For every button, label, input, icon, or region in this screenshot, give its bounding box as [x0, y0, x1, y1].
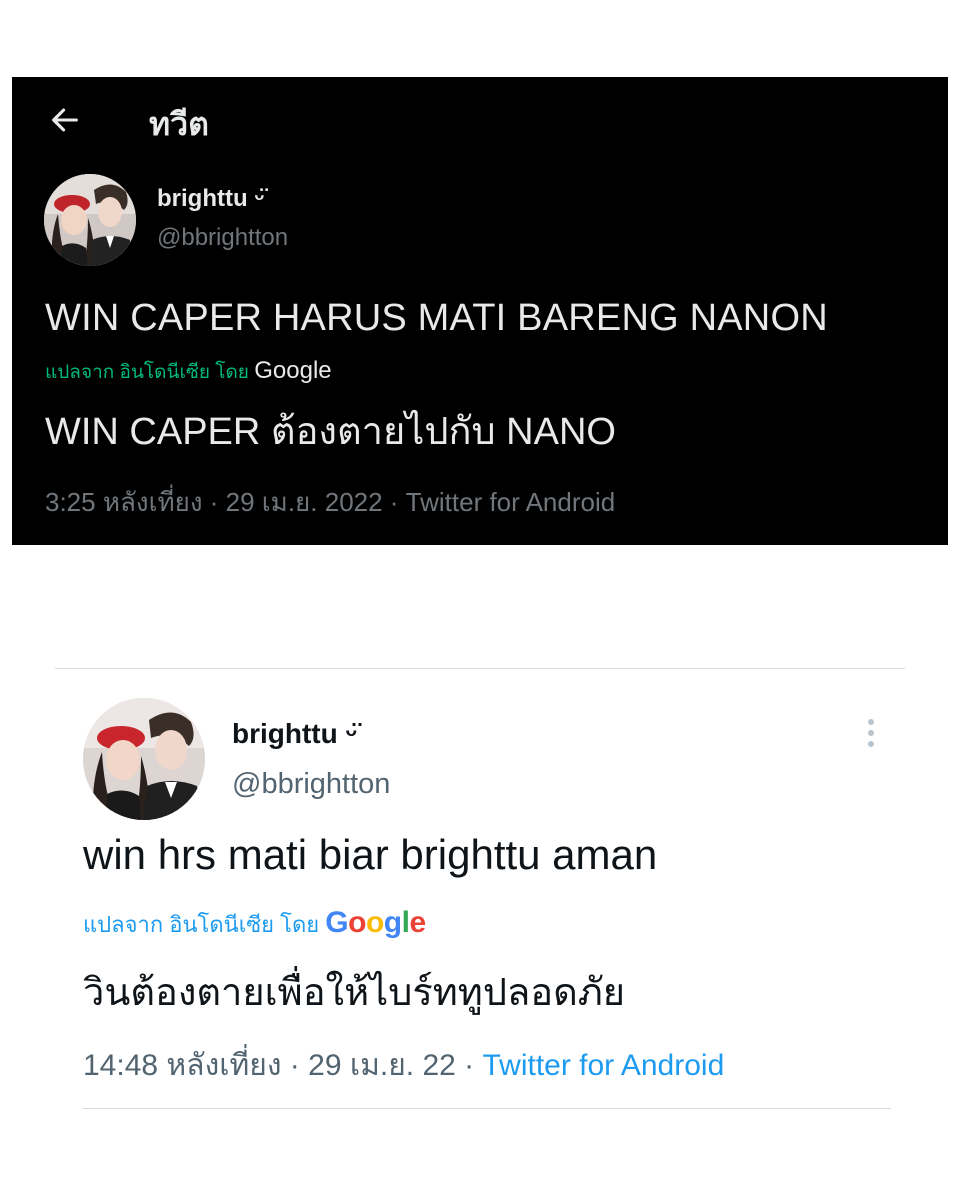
smile-emoji: ᵕ̈ — [345, 718, 358, 749]
tweet-timestamp[interactable]: 14:48 หลังเที่ยง · 29 เม.ย. 22 · — [83, 1049, 482, 1082]
dark-tweet-card: ทวีต brighttu ᵕ̈ @bbrightton WIN CAPER H — [12, 77, 948, 545]
author-name-text: brighttu — [157, 185, 255, 212]
google-logo: Google — [325, 906, 426, 939]
translated-text: WIN CAPER ต้องตายไปกับ NANO — [45, 411, 616, 453]
divider — [83, 1108, 891, 1109]
source-link[interactable]: Twitter for Android — [482, 1049, 724, 1082]
tweet-text: win hrs mati biar brighttu aman — [83, 831, 658, 878]
tweet-meta: 3:25 หลังเที่ยง · 29 เม.ย. 2022 · Twitte… — [45, 487, 616, 517]
tweet-header: ทวีต — [12, 77, 948, 167]
page-title: ทวีต — [149, 106, 209, 142]
google-letter: o — [365, 906, 384, 939]
translation-label: แปลจาก อินโดนีเซีย โดย — [83, 912, 326, 937]
tweet-meta: 14:48 หลังเที่ยง · 29 เม.ย. 22 · Twitter… — [83, 1042, 724, 1089]
light-tweet-card: brighttu ᵕ̈ @bbrightton win hrs mati bia… — [55, 668, 905, 1110]
author-handle[interactable]: @bbrightton — [232, 768, 390, 801]
avatar[interactable] — [44, 174, 136, 266]
author-name-text: brighttu — [232, 718, 346, 749]
divider — [55, 668, 905, 669]
more-vertical-icon[interactable] — [860, 716, 882, 750]
translation-label: แปลจาก อินโดนีเซีย โดย — [45, 362, 255, 383]
google-letter: o — [348, 906, 366, 939]
avatar-photo — [83, 698, 205, 820]
google-letter: g — [383, 906, 402, 939]
google-letter: e — [409, 906, 426, 939]
back-arrow-icon[interactable] — [48, 103, 82, 137]
avatar-photo — [44, 174, 136, 266]
tweet-text: WIN CAPER HARUS MATI BARENG NANON — [45, 297, 828, 339]
google-logo: Google — [254, 357, 332, 384]
translation-attribution[interactable]: แปลจาก อินโดนีเซีย โดย Google — [83, 906, 426, 942]
smile-emoji: ᵕ̈ — [254, 185, 265, 212]
google-letter: G — [325, 906, 349, 939]
avatar[interactable] — [83, 698, 205, 820]
translation-attribution[interactable]: แปลจาก อินโดนีเซีย โดย Google — [45, 357, 332, 387]
author-handle[interactable]: @bbrightton — [157, 224, 288, 252]
author-name[interactable]: brighttu ᵕ̈ — [232, 718, 357, 750]
translated-text: วินต้องตายเพื่อให้ไบร์ททูปลอดภัย — [83, 972, 626, 1014]
screenshot-canvas: ทวีต brighttu ᵕ̈ @bbrightton WIN CAPER H — [0, 0, 960, 1200]
author-name[interactable]: brighttu ᵕ̈ — [157, 185, 264, 213]
